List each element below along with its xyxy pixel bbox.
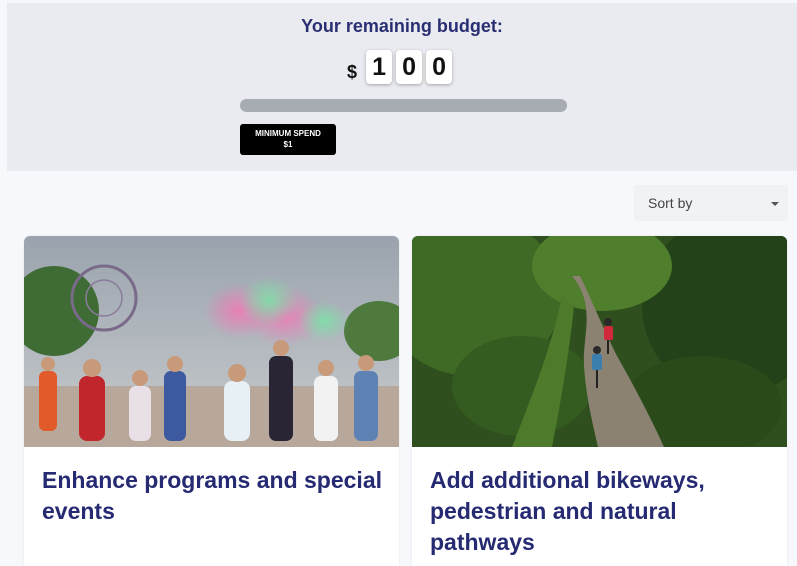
budget-counter: $ 1 0 0	[347, 50, 456, 84]
caret-down-icon	[771, 202, 779, 206]
card-title[interactable]: Add additional bikeways, pedestrian and …	[430, 465, 770, 558]
festival-photo	[24, 236, 399, 447]
budget-progress-bar	[240, 99, 567, 112]
budget-panel: Your remaining budget: $ 1 0 0 MINIMUM S…	[7, 3, 797, 171]
option-card[interactable]: Enhance programs and special events	[24, 236, 399, 566]
sort-label: Sort by	[648, 195, 693, 211]
minimum-spend-label: MINIMUM SPEND	[255, 129, 321, 138]
bike-path-photo	[412, 236, 787, 447]
budget-title: Your remaining budget:	[301, 16, 503, 36]
sort-dropdown[interactable]: Sort by	[634, 185, 788, 221]
minimum-spend-badge: MINIMUM SPEND $1	[240, 124, 336, 155]
card-title[interactable]: Enhance programs and special events	[42, 465, 382, 527]
budget-digit: 0	[396, 50, 423, 84]
budget-digit: 0	[426, 50, 453, 84]
currency-symbol: $	[347, 61, 358, 82]
budget-digit: 1	[366, 50, 393, 84]
option-card[interactable]: Add additional bikeways, pedestrian and …	[412, 236, 787, 566]
minimum-spend-value: $1	[283, 140, 293, 149]
